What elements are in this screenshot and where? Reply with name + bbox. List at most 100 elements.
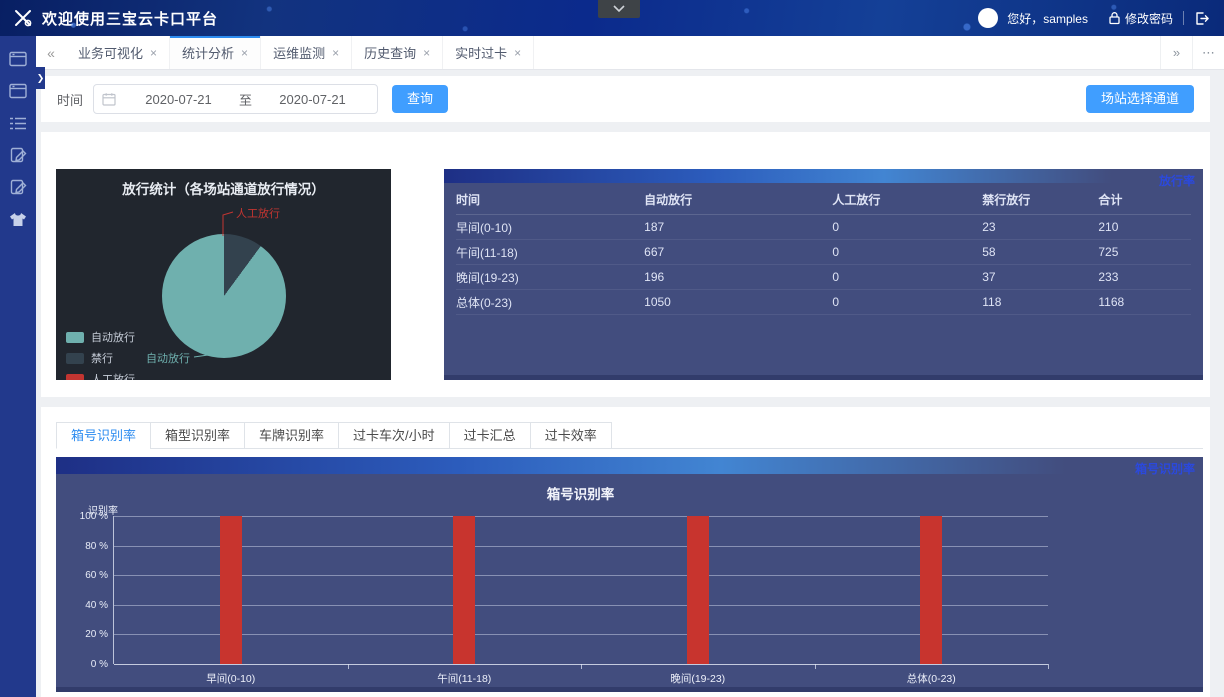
gridline bbox=[114, 634, 1048, 635]
legend-label: 禁行 bbox=[91, 350, 113, 366]
sidebar-item-report-2[interactable] bbox=[8, 178, 28, 196]
table-row: 午间(11-18)667058725 bbox=[456, 240, 1191, 265]
query-button[interactable]: 查询 bbox=[392, 85, 448, 113]
bar-chart-plot: 100 % 80 % 60 % 40 % 20 % 0 % bbox=[113, 516, 1048, 664]
tab-container-type-rate[interactable]: 箱型识别率 bbox=[150, 422, 245, 449]
document-edit-icon bbox=[10, 179, 27, 195]
bar-chart-title: 箱号识别率 bbox=[113, 483, 1048, 503]
col-header-total: 合计 bbox=[1098, 191, 1191, 208]
col-header-auto: 自动放行 bbox=[644, 191, 832, 208]
tabs-scroll-right[interactable]: » bbox=[1160, 36, 1192, 69]
sidebar-item-apparel[interactable] bbox=[8, 210, 28, 228]
release-pie[interactable] bbox=[162, 234, 286, 358]
pie-label-manual-release: 人工放行 bbox=[236, 205, 280, 221]
close-icon[interactable]: × bbox=[150, 46, 157, 60]
chevron-down-icon bbox=[612, 4, 626, 14]
gridline bbox=[114, 516, 1048, 517]
sidebar-expander-handle[interactable]: ❯ bbox=[36, 67, 45, 89]
release-pie-panel: 放行统计（各场站通道放行情况） 人工放行 自动放行 自动放行 bbox=[56, 169, 391, 380]
header-divider bbox=[1183, 11, 1184, 25]
tab-label: 业务可视化 bbox=[78, 43, 143, 62]
table-row: 晚间(19-23)196037233 bbox=[456, 265, 1191, 290]
tab-business-visualization[interactable]: 业务可视化 × bbox=[66, 36, 170, 69]
y-tick: 0 % bbox=[66, 660, 108, 670]
close-icon[interactable]: × bbox=[241, 46, 248, 60]
document-edit-icon bbox=[10, 147, 27, 163]
tab-ops-monitoring[interactable]: 运维监测 × bbox=[261, 36, 352, 69]
table-row: 总体(0-23)105001181168 bbox=[456, 290, 1191, 315]
close-icon[interactable]: × bbox=[423, 46, 430, 60]
change-password-label: 修改密码 bbox=[1125, 10, 1173, 27]
tab-pass-efficiency[interactable]: 过卡效率 bbox=[530, 422, 612, 449]
legend-label: 人工放行 bbox=[91, 371, 135, 380]
tabs-more-menu[interactable]: ⋯ bbox=[1192, 36, 1224, 69]
filter-bar: 时间 2020-07-21 至 2020-07-21 查询 场站选择通道 bbox=[41, 76, 1210, 122]
avatar[interactable] bbox=[978, 8, 998, 28]
tab-plate-rate[interactable]: 车牌识别率 bbox=[244, 422, 339, 449]
sidebar-item-report-1[interactable] bbox=[8, 146, 28, 164]
app-window-icon bbox=[9, 83, 27, 99]
sidebar-item-visualization[interactable] bbox=[8, 82, 28, 100]
legend-swatch bbox=[66, 374, 84, 381]
release-rate-table: 时间 自动放行 人工放行 禁行放行 合计 早间(0-10)187023210 午… bbox=[444, 183, 1203, 315]
start-date-value[interactable]: 2020-07-21 bbox=[122, 92, 235, 107]
date-range-input[interactable]: 2020-07-21 至 2020-07-21 bbox=[93, 84, 378, 114]
tabs-scroll-left[interactable]: « bbox=[36, 36, 66, 69]
list-icon bbox=[9, 116, 27, 131]
bar-total bbox=[920, 516, 942, 664]
tab-pass-summary[interactable]: 过卡汇总 bbox=[449, 422, 531, 449]
tab-label: 统计分析 bbox=[182, 43, 234, 62]
tab-realtime-pass[interactable]: 实时过卡 × bbox=[443, 36, 534, 69]
tab-label: 运维监测 bbox=[273, 43, 325, 62]
pie-chart-title: 放行统计（各场站通道放行情况） bbox=[56, 178, 391, 198]
panel-header-gradient bbox=[444, 169, 1203, 183]
legend-item-auto[interactable]: 自动放行 bbox=[66, 329, 135, 345]
logout-button[interactable] bbox=[1194, 11, 1210, 26]
panel-corner-label: 放行率 bbox=[1159, 172, 1195, 189]
tab-container-number-rate[interactable]: 箱号识别率 bbox=[56, 422, 151, 449]
legend-item-forbidden[interactable]: 禁行 bbox=[66, 350, 135, 366]
x-label: 总体(0-23) bbox=[907, 671, 956, 686]
y-tick: 60 % bbox=[66, 571, 108, 581]
panel-header-gradient bbox=[56, 457, 1203, 474]
tab-history-query[interactable]: 历史查询 × bbox=[352, 36, 443, 69]
tab-label: 实时过卡 bbox=[455, 43, 507, 62]
station-channel-select-button[interactable]: 场站选择通道 bbox=[1086, 85, 1194, 113]
pie-legend: 自动放行 禁行 人工放行 bbox=[66, 329, 135, 380]
gridline bbox=[114, 546, 1048, 547]
sidebar-item-dashboard[interactable] bbox=[8, 50, 28, 68]
table-header-row: 时间 自动放行 人工放行 禁行放行 合计 bbox=[456, 185, 1191, 215]
legend-swatch bbox=[66, 332, 84, 343]
nav-tabbar: « 业务可视化 × 统计分析 × 运维监测 × 历史查询 × bbox=[36, 36, 1224, 70]
sidebar-item-list[interactable] bbox=[8, 114, 28, 132]
change-password-button[interactable]: 修改密码 bbox=[1108, 10, 1173, 27]
y-tick: 100 % bbox=[66, 512, 108, 522]
y-tick: 80 % bbox=[66, 542, 108, 552]
page: 欢迎使用三宝云卡口平台 您好，samples 修改密码 bbox=[0, 0, 1224, 697]
tab-statistical-analysis[interactable]: 统计分析 × bbox=[170, 36, 261, 69]
user-greeting: 您好，samples bbox=[1007, 10, 1088, 27]
close-icon[interactable]: × bbox=[514, 46, 521, 60]
col-header-forbidden: 禁行放行 bbox=[982, 191, 1098, 208]
x-tick bbox=[581, 664, 582, 669]
logout-icon bbox=[1194, 11, 1210, 26]
y-tick: 40 % bbox=[66, 601, 108, 611]
bar-morning bbox=[220, 516, 242, 664]
legend-item-manual[interactable]: 人工放行 bbox=[66, 371, 135, 380]
close-icon[interactable]: × bbox=[332, 46, 339, 60]
recognition-bar-panel: 箱号识别率 箱号识别率 识别率 100 % 80 % 60 % bbox=[56, 457, 1203, 692]
tab-pass-per-hour[interactable]: 过卡车次/小时 bbox=[338, 422, 450, 449]
x-label: 午间(11-18) bbox=[437, 671, 491, 686]
x-tick bbox=[348, 664, 349, 669]
x-tick bbox=[1048, 664, 1049, 669]
platform-logo-icon bbox=[12, 7, 34, 29]
release-panels-card: 放行统计（各场站通道放行情况） 人工放行 自动放行 自动放行 bbox=[41, 132, 1210, 397]
browser-notification-tab[interactable] bbox=[598, 0, 640, 18]
release-rate-table-panel: 放行率 时间 自动放行 人工放行 禁行放行 合计 早间(0-10)1870232… bbox=[444, 169, 1203, 380]
end-date-value[interactable]: 2020-07-21 bbox=[256, 92, 369, 107]
panel-corner-label: 箱号识别率 bbox=[1135, 460, 1195, 477]
col-header-manual: 人工放行 bbox=[832, 191, 982, 208]
content-area: 时间 2020-07-21 至 2020-07-21 查询 场站选择通道 bbox=[36, 70, 1224, 697]
bar-noon bbox=[453, 516, 475, 664]
tabbar-spacer bbox=[534, 36, 1160, 69]
